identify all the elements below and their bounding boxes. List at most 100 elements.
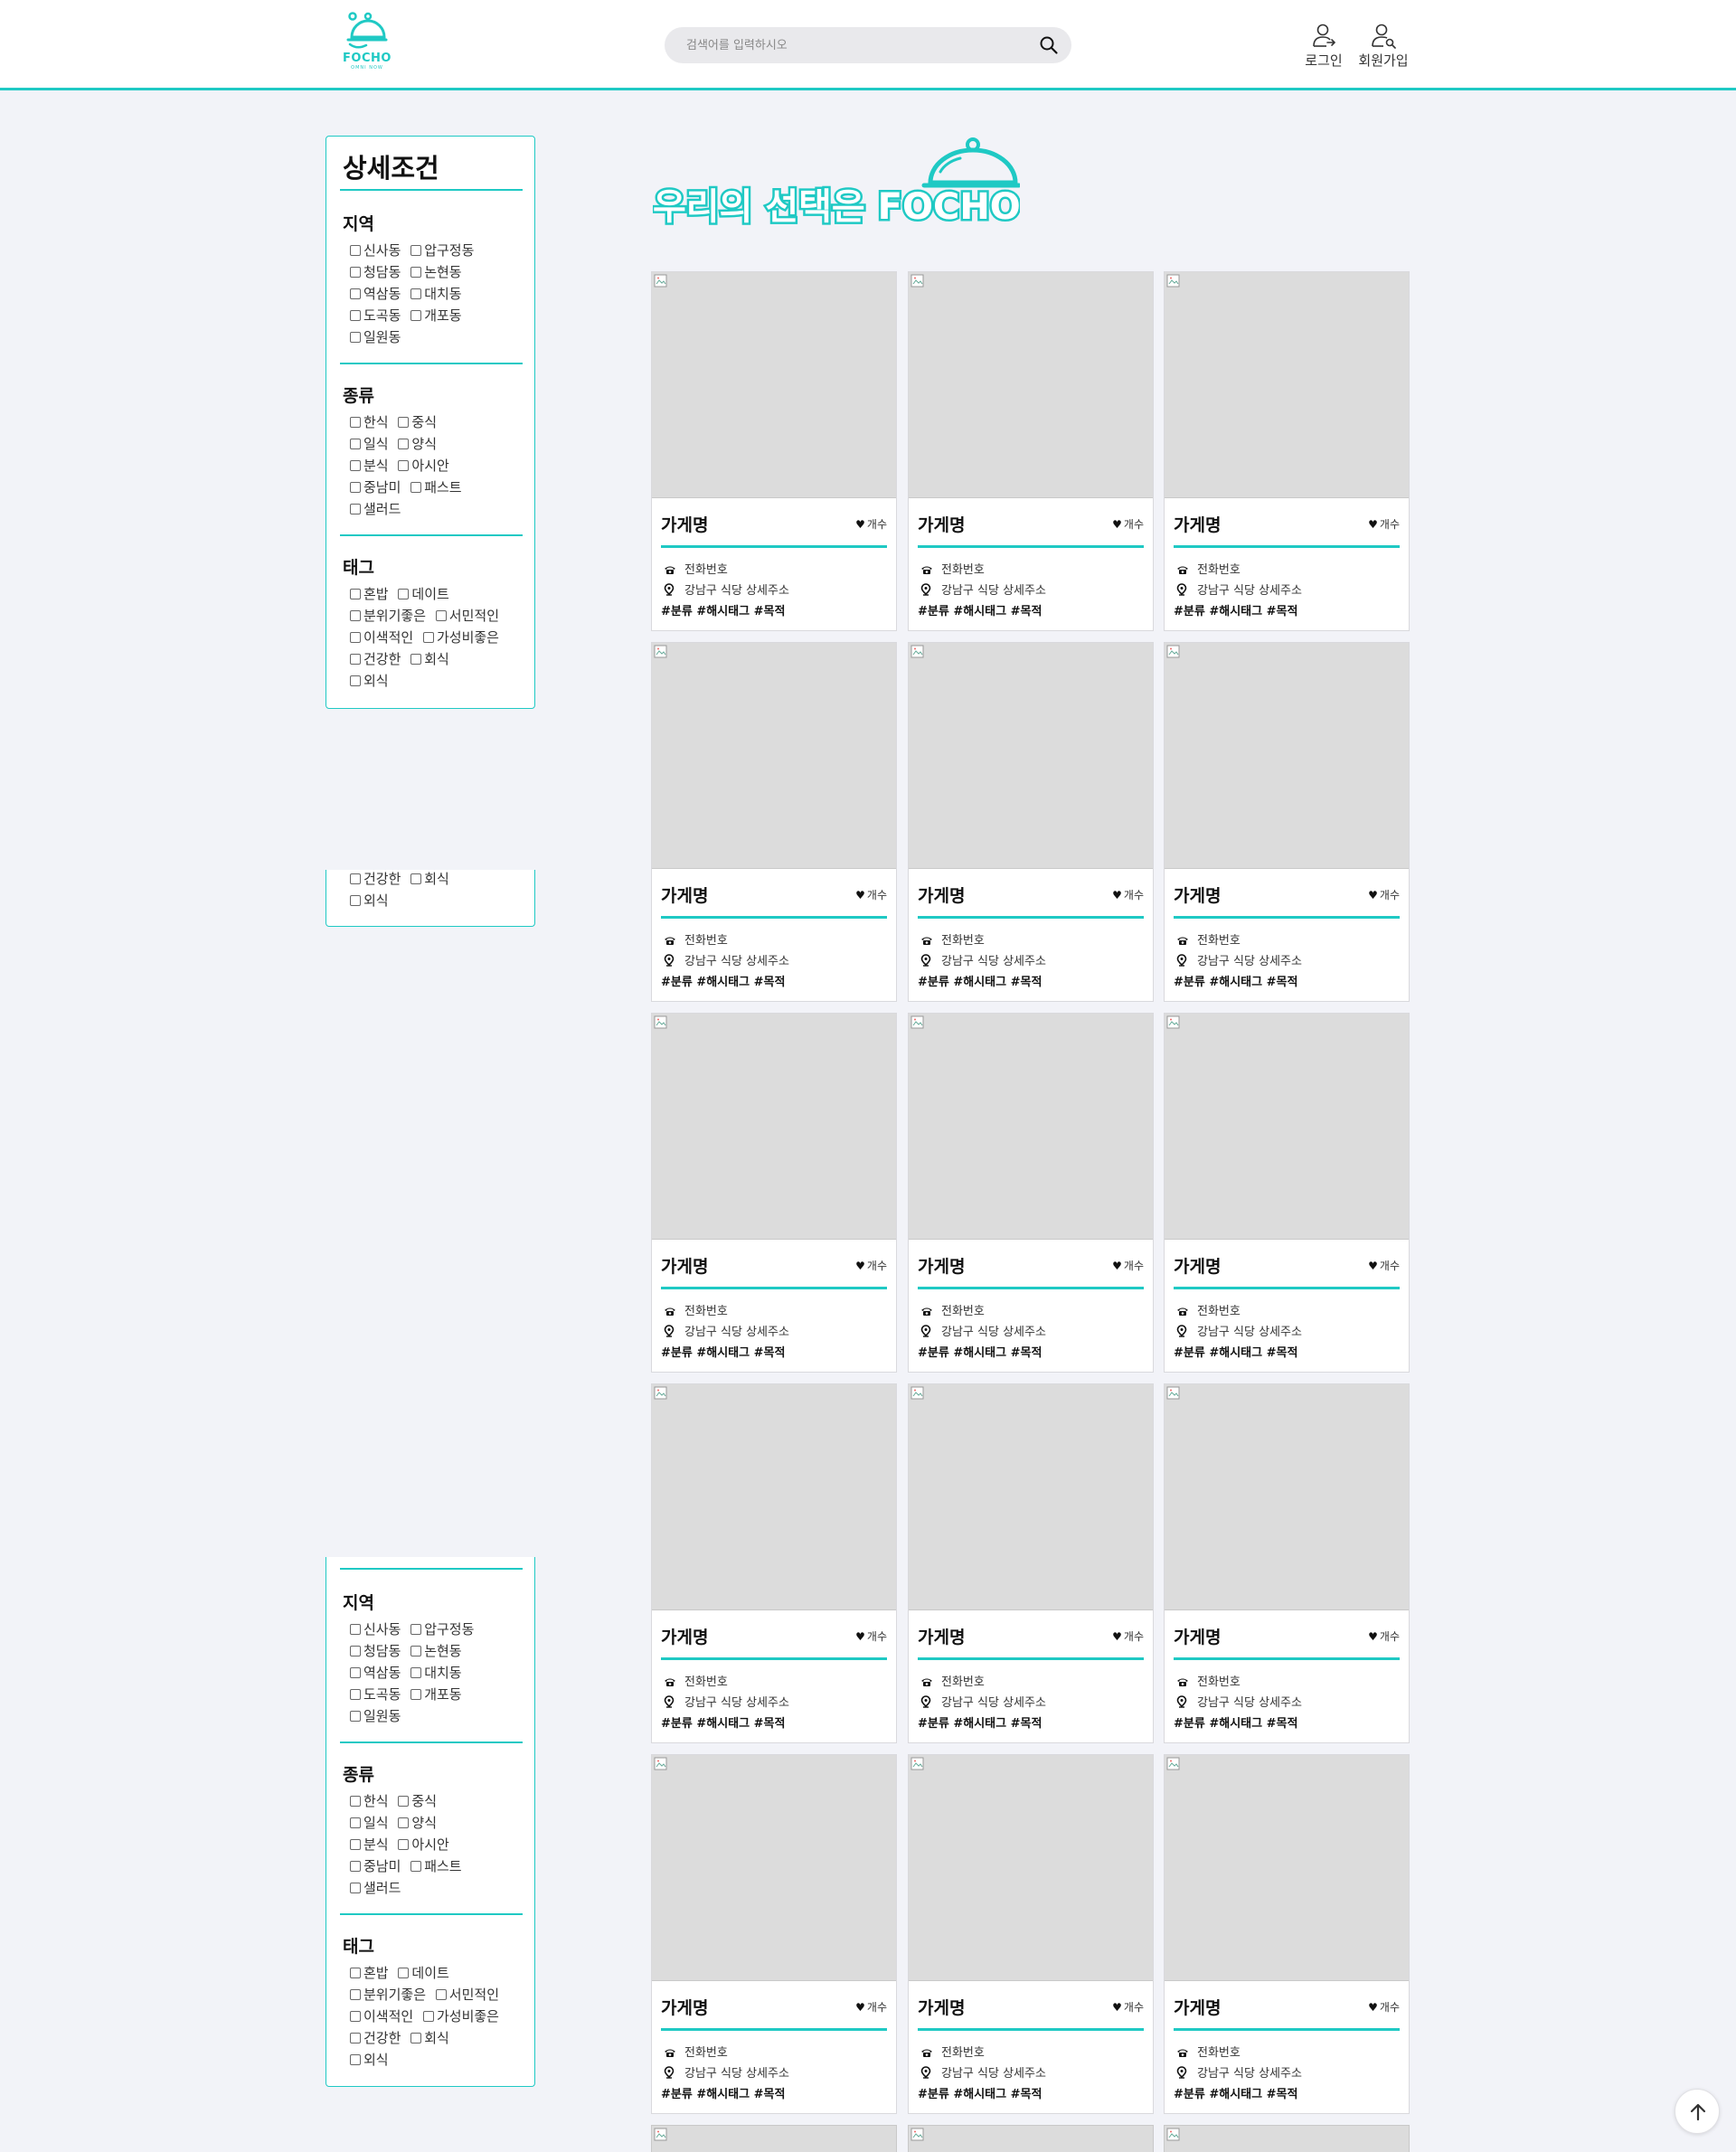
like-count[interactable]: ♥ 개수	[1112, 516, 1144, 532]
checkbox-company-dinner[interactable]: 회식	[410, 2027, 449, 2049]
restaurant-card[interactable]: 가게명 ♥ 개수 전화번호 강남구 식당 상세주소 #분류 #해시태그 #목적	[651, 1383, 897, 1743]
restaurant-card[interactable]: 가게명 ♥ 개수 전화번호 강남구 식당 상세주소 #분류 #해시태그 #목적	[908, 1383, 1154, 1743]
checkbox-fastfood[interactable]: 패스트	[410, 477, 462, 498]
logo[interactable]: FOCHO OMNI NOW	[342, 7, 392, 83]
checkbox-salad[interactable]: 샐러드	[350, 1877, 401, 1899]
restaurant-image[interactable]	[1165, 643, 1409, 869]
checkbox-japanese[interactable]: 일식	[350, 433, 389, 455]
checkbox-company-dinner[interactable]: 회식	[410, 648, 449, 670]
checkbox-daechi[interactable]: 대치동	[410, 1662, 462, 1684]
checkbox-apgujeong[interactable]: 압구정동	[410, 240, 474, 261]
checkbox-latin[interactable]: 중남미	[350, 477, 401, 498]
restaurant-image[interactable]	[909, 1384, 1153, 1610]
like-count[interactable]: ♥ 개수	[855, 516, 887, 532]
checkbox-snack[interactable]: 분식	[350, 455, 389, 477]
checkbox-western[interactable]: 양식	[398, 1812, 437, 1834]
checkbox-dining-out[interactable]: 외식	[350, 670, 389, 692]
checkbox-company-dinner[interactable]: 회식	[410, 868, 449, 890]
restaurant-image[interactable]	[1165, 1755, 1409, 1981]
signup-button[interactable]: 회원가입	[1347, 22, 1420, 70]
checkbox-snack[interactable]: 분식	[350, 1834, 389, 1855]
restaurant-image[interactable]	[652, 643, 896, 869]
like-count[interactable]: ♥ 개수	[1368, 1999, 1400, 2015]
restaurant-image[interactable]	[909, 643, 1153, 869]
restaurant-image[interactable]	[1165, 1384, 1409, 1610]
like-count[interactable]: ♥ 개수	[1112, 1258, 1144, 1273]
checkbox-dining-out[interactable]: 외식	[350, 890, 389, 911]
checkbox-unique[interactable]: 이색적인	[350, 2006, 413, 2027]
checkbox-healthy[interactable]: 건강한	[350, 868, 401, 890]
like-count[interactable]: ♥ 개수	[1368, 1628, 1400, 1644]
checkbox-fastfood[interactable]: 패스트	[410, 1855, 462, 1877]
restaurant-card[interactable]: 가게명 ♥ 개수 전화번호 강남구 식당 상세주소 #분류 #해시태그 #목적	[651, 1013, 897, 1373]
like-count[interactable]: ♥ 개수	[855, 887, 887, 902]
search-button[interactable]	[1039, 35, 1059, 55]
restaurant-image[interactable]	[909, 1755, 1153, 1981]
restaurant-name[interactable]: 가게명	[661, 1624, 708, 1648]
restaurant-card[interactable]: 가게명 ♥ 개수 전화번호 강남구 식당 상세주소 #분류 #해시태그 #목적	[1164, 642, 1410, 1002]
checkbox-sinsa[interactable]: 신사동	[350, 240, 401, 261]
restaurant-name[interactable]: 가게명	[918, 1253, 965, 1278]
checkbox-chinese[interactable]: 중식	[398, 1790, 437, 1812]
checkbox-asian[interactable]: 아시안	[398, 1834, 449, 1855]
checkbox-healthy[interactable]: 건강한	[350, 648, 401, 670]
checkbox-irwon[interactable]: 일원동	[350, 326, 401, 348]
checkbox-value[interactable]: 가성비좋은	[422, 627, 499, 648]
restaurant-image[interactable]	[1165, 272, 1409, 498]
like-count[interactable]: ♥ 개수	[1112, 1628, 1144, 1644]
restaurant-card[interactable]: 가게명 ♥ 개수 전화번호 강남구 식당 상세주소 #분류 #해시태그 #목적	[908, 271, 1154, 631]
like-count[interactable]: ♥ 개수	[1368, 887, 1400, 902]
like-count[interactable]: ♥ 개수	[855, 1258, 887, 1273]
checkbox-dogok[interactable]: 도곡동	[350, 305, 401, 326]
restaurant-card[interactable]: 가게명 ♥ 개수 전화번호 강남구 식당 상세주소 #분류 #해시태그 #목적	[1164, 1013, 1410, 1373]
checkbox-chinese[interactable]: 중식	[398, 411, 437, 433]
checkbox-asian[interactable]: 아시안	[398, 455, 449, 477]
checkbox-salad[interactable]: 샐러드	[350, 498, 401, 520]
restaurant-image[interactable]	[652, 1755, 896, 1981]
restaurant-image[interactable]	[909, 272, 1153, 498]
restaurant-image[interactable]	[652, 1014, 896, 1240]
restaurant-name[interactable]: 가게명	[1174, 883, 1221, 907]
restaurant-image[interactable]	[1165, 1014, 1409, 1240]
checkbox-japanese[interactable]: 일식	[350, 1812, 389, 1834]
checkbox-yeoksam[interactable]: 역삼동	[350, 283, 401, 305]
checkbox-yeoksam[interactable]: 역삼동	[350, 1662, 401, 1684]
checkbox-nonhyeon[interactable]: 논현동	[410, 261, 462, 283]
restaurant-card-partial[interactable]	[908, 2125, 1154, 2152]
restaurant-name[interactable]: 가게명	[918, 1624, 965, 1648]
checkbox-gaepo[interactable]: 개포동	[410, 1684, 462, 1705]
like-count[interactable]: ♥ 개수	[855, 1999, 887, 2015]
checkbox-apgujeong[interactable]: 압구정동	[410, 1619, 474, 1640]
restaurant-card[interactable]: 가게명 ♥ 개수 전화번호 강남구 식당 상세주소 #분류 #해시태그 #목적	[1164, 271, 1410, 631]
checkbox-cheongdam[interactable]: 청담동	[350, 261, 401, 283]
restaurant-name[interactable]: 가게명	[661, 883, 708, 907]
restaurant-card[interactable]: 가게명 ♥ 개수 전화번호 강남구 식당 상세주소 #분류 #해시태그 #목적	[651, 642, 897, 1002]
restaurant-name[interactable]: 가게명	[918, 883, 965, 907]
checkbox-western[interactable]: 양식	[398, 433, 437, 455]
checkbox-solo[interactable]: 혼밥	[350, 1962, 389, 1984]
checkbox-latin[interactable]: 중남미	[350, 1855, 401, 1877]
like-count[interactable]: ♥ 개수	[1112, 887, 1144, 902]
search-input[interactable]	[686, 34, 1012, 56]
checkbox-healthy[interactable]: 건강한	[350, 2027, 401, 2049]
checkbox-casual[interactable]: 서민적인	[435, 605, 499, 627]
like-count[interactable]: ♥ 개수	[1112, 1999, 1144, 2015]
restaurant-name[interactable]: 가게명	[1174, 1995, 1221, 2019]
checkbox-solo[interactable]: 혼밥	[350, 583, 389, 605]
restaurant-card[interactable]: 가게명 ♥ 개수 전화번호 강남구 식당 상세주소 #분류 #해시태그 #목적	[908, 1013, 1154, 1373]
like-count[interactable]: ♥ 개수	[855, 1628, 887, 1644]
restaurant-card[interactable]: 가게명 ♥ 개수 전화번호 강남구 식당 상세주소 #분류 #해시태그 #목적	[1164, 1754, 1410, 2114]
restaurant-name[interactable]: 가게명	[661, 1253, 708, 1278]
restaurant-name[interactable]: 가게명	[918, 1995, 965, 2019]
checkbox-date[interactable]: 데이트	[398, 1962, 449, 1984]
restaurant-card-partial[interactable]	[651, 2125, 897, 2152]
restaurant-card[interactable]: 가게명 ♥ 개수 전화번호 강남구 식당 상세주소 #분류 #해시태그 #목적	[908, 642, 1154, 1002]
restaurant-image[interactable]	[909, 1014, 1153, 1240]
checkbox-korean[interactable]: 한식	[350, 1790, 389, 1812]
checkbox-casual[interactable]: 서민적인	[435, 1984, 499, 2006]
checkbox-dogok[interactable]: 도곡동	[350, 1684, 401, 1705]
checkbox-daechi[interactable]: 대치동	[410, 283, 462, 305]
checkbox-nonhyeon[interactable]: 논현동	[410, 1640, 462, 1662]
restaurant-image[interactable]	[652, 272, 896, 498]
scroll-top-button[interactable]	[1675, 2089, 1720, 2134]
